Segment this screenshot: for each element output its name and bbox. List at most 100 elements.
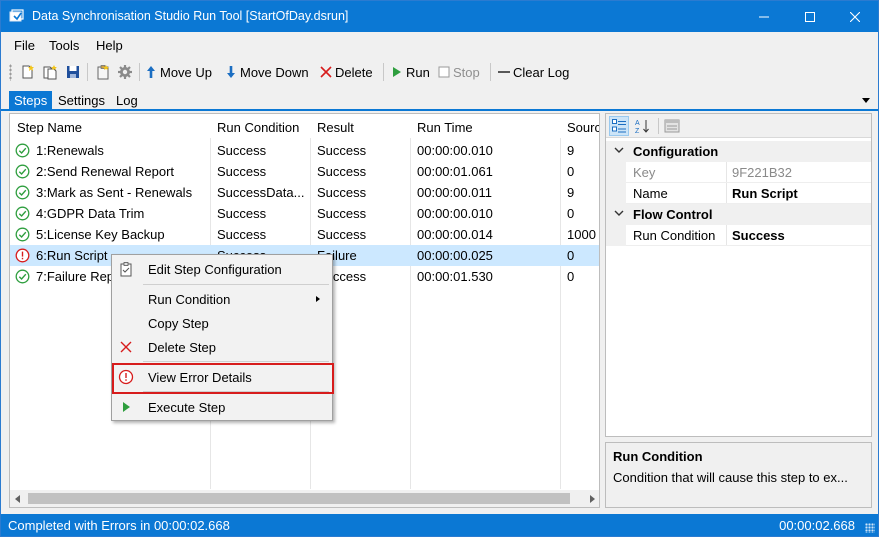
property-grid: A Z Configuration Key 9F221B32 Name Run … (605, 113, 872, 437)
table-row[interactable]: 4:GDPR Data Trim Success Success 00:00:00.0… (10, 203, 599, 224)
property-divider (726, 162, 727, 183)
clear-log-label: Clear Log (513, 64, 570, 80)
save-button[interactable] (65, 62, 81, 82)
column-header-run-time[interactable]: Run Time (417, 120, 473, 135)
clipboard-check-icon (120, 262, 132, 277)
cell-condition: Success (217, 227, 267, 242)
menu-item-label: Copy Step (148, 316, 209, 331)
category-flow-control[interactable]: Flow Control (606, 204, 871, 225)
category-label: Configuration (633, 144, 719, 159)
menu-item-label: Run Condition (148, 292, 231, 307)
scrollbar-thumb[interactable] (28, 493, 570, 504)
run-button[interactable]: Run (391, 62, 430, 82)
cell-name: 1:Renewals (36, 143, 104, 158)
size-grip[interactable] (865, 523, 875, 533)
property-pages-icon (664, 119, 680, 133)
cell-source: 1000 (567, 227, 596, 242)
column-header-result[interactable]: Result (317, 120, 354, 135)
alphabetical-button[interactable]: A Z (632, 116, 652, 136)
cell-time: 00:00:00.010 (417, 143, 493, 158)
menu-separator (143, 284, 329, 285)
delete-button[interactable]: Delete (320, 62, 373, 82)
clipboard-icon (97, 65, 109, 80)
column-header-run-condition[interactable]: Run Condition (217, 120, 299, 135)
property-row-run-condition[interactable]: Run Condition Success (606, 225, 871, 246)
gear-icon (118, 65, 132, 79)
delete-x-icon (320, 66, 332, 78)
cell-time: 00:00:00.025 (417, 248, 493, 263)
title-bar[interactable]: Data Synchronisation Studio Run Tool [St… (1, 1, 878, 32)
cell-result: Success (317, 164, 367, 179)
move-up-label: Move Up (160, 64, 213, 80)
table-row[interactable]: 2:Send Renewal Report Success Success 00:00… (10, 161, 599, 182)
delete-x-icon (120, 341, 132, 353)
tab-steps[interactable]: Steps (9, 91, 53, 110)
status-message: Completed with Errors in 00:00:02.668 (8, 518, 230, 533)
menu-item-view-error-details[interactable]: View Error Details (112, 363, 334, 394)
table-row[interactable]: 1:Renewals Success Success 00:00:00.010 9 (10, 140, 599, 161)
play-icon (123, 402, 130, 412)
tab-settings[interactable]: Settings (53, 91, 110, 110)
category-configuration[interactable]: Configuration (606, 141, 871, 162)
column-header-step-name[interactable]: Step Name (17, 120, 82, 135)
tab-strip: Steps Settings Log (1, 91, 878, 111)
error-icon (118, 369, 134, 385)
menu-help[interactable]: Help (96, 38, 123, 53)
toolbar-grip[interactable] (9, 64, 12, 81)
success-check-icon (15, 164, 30, 179)
scroll-right-icon[interactable] (590, 495, 595, 503)
menu-item-run-condition[interactable]: Run Condition (114, 287, 330, 311)
new-file-icon (22, 65, 34, 79)
maximize-button[interactable] (787, 1, 833, 32)
close-button[interactable] (832, 1, 878, 32)
clear-log-button[interactable]: Clear Log (498, 62, 569, 82)
menu-item-label: Delete Step (148, 340, 216, 355)
categorized-button[interactable] (609, 116, 629, 136)
scroll-left-icon[interactable] (15, 495, 20, 503)
edit-config-button[interactable] (95, 62, 111, 82)
column-header-source[interactable]: Sourc (567, 120, 599, 135)
new-button[interactable] (20, 62, 36, 82)
run-label: Run (406, 64, 430, 80)
stop-button[interactable]: Stop (438, 62, 480, 82)
row-line (626, 245, 871, 246)
property-divider (726, 225, 727, 246)
settings-button[interactable] (117, 62, 133, 82)
cell-time: 00:00:01.061 (417, 164, 493, 179)
open-button[interactable] (42, 62, 58, 82)
minimize-button[interactable] (741, 1, 787, 32)
svg-text:A: A (635, 120, 640, 127)
app-window: Data Synchronisation Studio Run Tool [St… (0, 0, 879, 537)
chevron-down-icon[interactable] (614, 147, 624, 154)
move-up-button[interactable]: Move Up (145, 62, 212, 82)
property-key-label: Key (633, 165, 656, 180)
categorized-icon (612, 119, 626, 133)
tab-log[interactable]: Log (111, 91, 143, 110)
move-down-button[interactable]: Move Down (225, 62, 309, 82)
tab-dropdown-icon[interactable] (862, 98, 870, 103)
row-margin (606, 183, 626, 204)
table-row[interactable]: 3:Mark as Sent - Renewals SuccessData... S… (10, 182, 599, 203)
app-icon (9, 9, 24, 22)
property-pages-button[interactable] (662, 116, 682, 136)
menu-item-execute-step[interactable]: Execute Step (114, 395, 330, 419)
menu-item-delete-step[interactable]: Delete Step (114, 335, 330, 359)
success-check-icon (15, 227, 30, 242)
status-elapsed-time: 00:00:02.668 (779, 518, 855, 533)
horizontal-scrollbar[interactable] (10, 490, 599, 507)
cell-name: 5:License Key Backup (36, 227, 165, 242)
help-description: Condition that will cause this step to e… (613, 470, 848, 485)
property-row-name[interactable]: Name Run Script (606, 183, 871, 204)
cell-condition: Success (217, 206, 267, 221)
toolbar: Move Up Move Down Delete Run Stop Clear … (1, 58, 878, 86)
chevron-down-icon[interactable] (614, 210, 624, 217)
table-row[interactable]: 5:License Key Backup Success Success 00:00:… (10, 224, 599, 245)
cell-result: Success (317, 227, 367, 242)
cell-result: Success (317, 143, 367, 158)
menu-tools[interactable]: Tools (49, 38, 79, 53)
menu-item-copy-step[interactable]: Copy Step (114, 311, 330, 335)
menu-file[interactable]: File (14, 38, 35, 53)
menu-bar: File Tools Help (1, 32, 878, 57)
menu-item-edit-step-configuration[interactable]: Edit Step Configuration (114, 257, 330, 281)
property-row-key[interactable]: Key 9F221B32 (606, 162, 871, 183)
